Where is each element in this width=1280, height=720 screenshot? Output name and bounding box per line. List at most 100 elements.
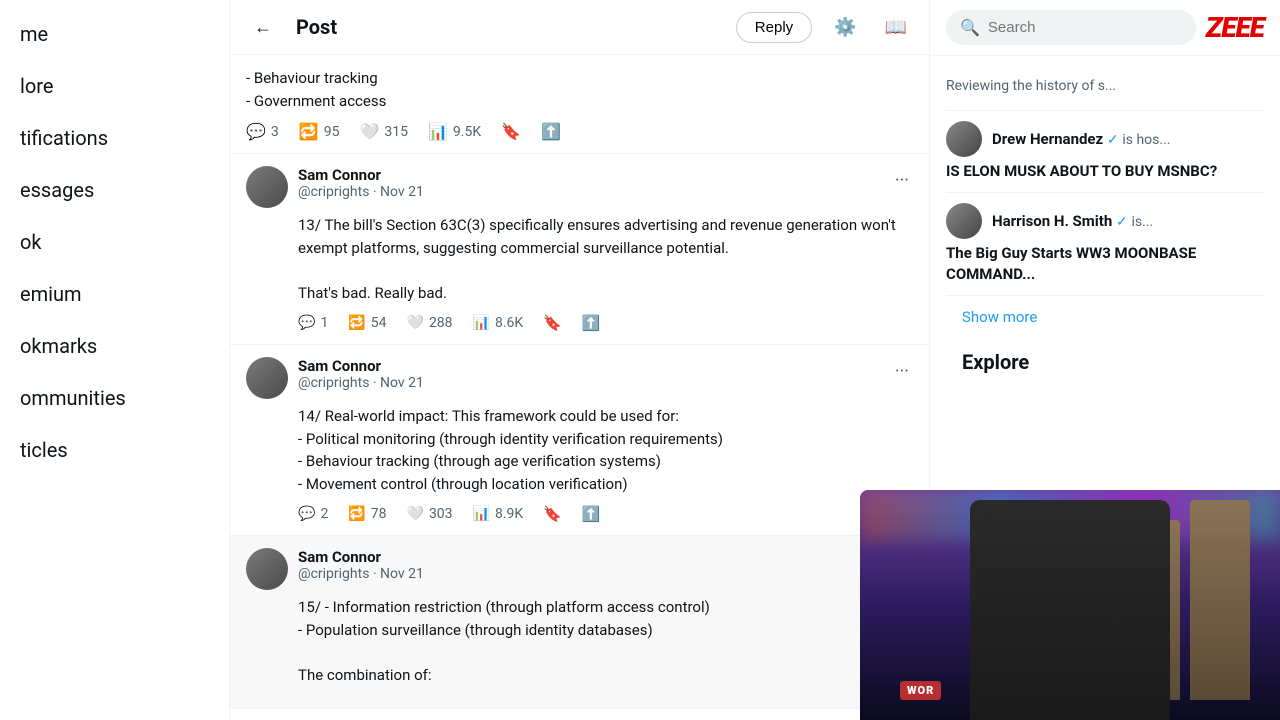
tweet-3-body: 15/ - Information restriction (through p… bbox=[246, 596, 913, 686]
retweet-action[interactable]: 🔁 95 bbox=[299, 122, 340, 141]
sidebar-item-premium[interactable]: emium bbox=[0, 270, 229, 318]
page-title: Post bbox=[296, 15, 720, 39]
reply-icon: 💬 bbox=[246, 122, 266, 141]
partial-tweet-text: - Behaviour tracking - Government access bbox=[246, 67, 913, 112]
views-count: 9.5K bbox=[453, 124, 481, 140]
partial-tweet-actions: 💬 3 🔁 95 🤍 315 📊 9.5K 🔖 ⬆️ bbox=[246, 122, 913, 141]
tweet-1-views-count: 8.6K bbox=[495, 315, 523, 331]
filter-icon[interactable]: ⚙️ bbox=[828, 11, 862, 44]
user-avatar-1 bbox=[946, 203, 982, 239]
sidebar-item-notifications[interactable]: tifications bbox=[0, 114, 229, 162]
partial-tweet: - Behaviour tracking - Government access… bbox=[230, 55, 929, 154]
tweet-2-share-icon[interactable]: ⬆️ bbox=[582, 505, 601, 523]
reply-action[interactable]: 💬 3 bbox=[246, 122, 279, 141]
sidebar-item-bookmarks[interactable]: okmarks bbox=[0, 322, 229, 370]
search-input[interactable] bbox=[988, 19, 1182, 36]
sidebar-item-explore[interactable]: lore bbox=[0, 62, 229, 110]
bookmark-icon[interactable]: 📖 bbox=[879, 11, 913, 44]
sidebar-item-communities[interactable]: ommunities bbox=[0, 374, 229, 422]
reviewing-text: Reviewing the history of s... bbox=[946, 78, 1264, 94]
user-name-0: Drew Hernandez bbox=[992, 130, 1103, 148]
tweet-2-more-button[interactable]: ··· bbox=[891, 357, 913, 386]
user-name-1: Harrison H. Smith bbox=[992, 212, 1112, 230]
verified-badge-0: ✓ bbox=[1107, 132, 1119, 148]
tweet-1-header: Sam Connor @criprights · Nov 21 ··· bbox=[246, 166, 913, 208]
tweet-3-meta: Sam Connor @criprights · Nov 21 bbox=[298, 548, 881, 582]
avatar-3 bbox=[246, 548, 288, 590]
avatar-1 bbox=[246, 166, 288, 208]
video-overlay: WOR bbox=[860, 490, 1280, 720]
tweet-1-handle: @criprights · Nov 21 bbox=[298, 184, 881, 200]
user-row-1: Harrison H. Smith ✓ is... bbox=[946, 203, 1264, 239]
retweet-icon: 🔁 bbox=[348, 315, 365, 331]
tweet-2-save-icon[interactable]: 🔖 bbox=[543, 505, 562, 523]
tweet-2-body: 14/ Real-world impact: This framework co… bbox=[246, 405, 913, 495]
tweet-1-author: Sam Connor bbox=[298, 166, 881, 184]
tweet-2-views[interactable]: 📊 8.9K bbox=[473, 506, 524, 522]
tweet-3-header: Sam Connor @criprights · Nov 21 ··· bbox=[246, 548, 913, 590]
search-icon: 🔍 bbox=[960, 18, 980, 37]
search-input-wrap[interactable]: 🔍 bbox=[946, 10, 1196, 45]
like-action[interactable]: 🤍 315 bbox=[359, 122, 408, 141]
like-count: 315 bbox=[384, 124, 408, 140]
tweet-1-reply-count: 1 bbox=[320, 315, 328, 331]
tweet-1-like-count: 288 bbox=[429, 315, 453, 331]
tweet-1-actions: 💬 1 🔁 54 🤍 288 📊 8.6K 🔖 ⬆️ bbox=[246, 314, 913, 332]
sidebar-item-home[interactable]: me bbox=[0, 10, 229, 58]
user-host-1: is... bbox=[1131, 214, 1153, 230]
trending-item-1: Harrison H. Smith ✓ is... The Big Guy St… bbox=[946, 193, 1264, 296]
tweet-1-share-icon[interactable]: ⬆️ bbox=[582, 314, 601, 332]
save-icon[interactable]: 🔖 bbox=[501, 122, 521, 141]
tweet-2: Sam Connor @criprights · Nov 21 ··· 14/ … bbox=[230, 345, 929, 536]
explore-section: Show more bbox=[946, 296, 1264, 338]
user-host-0: is hos... bbox=[1122, 132, 1170, 148]
user-avatar-0 bbox=[946, 121, 982, 157]
tweet-2-header: Sam Connor @criprights · Nov 21 ··· bbox=[246, 357, 913, 399]
tweet-3-handle: @criprights · Nov 21 bbox=[298, 566, 881, 582]
views-icon: 📊 bbox=[428, 122, 448, 141]
show-more-button[interactable]: Show more bbox=[962, 308, 1248, 326]
tweet-1-like[interactable]: 🤍 288 bbox=[407, 315, 453, 331]
tweet-2-author: Sam Connor bbox=[298, 357, 881, 375]
back-button[interactable]: ← bbox=[246, 10, 280, 44]
verified-badge-1: ✓ bbox=[1116, 214, 1128, 230]
main-content: ← Post Reply ⚙️ 📖 - Behaviour tracking -… bbox=[230, 0, 930, 720]
sidebar-item-articles[interactable]: ticles bbox=[0, 426, 229, 474]
tweet-2-meta: Sam Connor @criprights · Nov 21 bbox=[298, 357, 881, 391]
trending-headline-1: The Big Guy Starts WW3 MOONBASE COMMAND.… bbox=[946, 243, 1264, 285]
video-shelf-1 bbox=[1190, 500, 1250, 700]
tweet-3: Sam Connor @criprights · Nov 21 ··· 15/ … bbox=[230, 536, 929, 709]
share-icon[interactable]: ⬆️ bbox=[541, 122, 561, 141]
sidebar-item-grok[interactable]: ok bbox=[0, 218, 229, 266]
post-header: ← Post Reply ⚙️ 📖 bbox=[230, 0, 929, 55]
avatar-2 bbox=[246, 357, 288, 399]
tweet-1-more-button[interactable]: ··· bbox=[891, 166, 913, 195]
zeee-logo: ZEEE bbox=[1206, 11, 1264, 44]
heart-icon: 🤍 bbox=[359, 122, 379, 141]
tweet-2-handle: @criprights · Nov 21 bbox=[298, 375, 881, 391]
trending-headline-0: IS ELON MUSK ABOUT TO BUY MSNBC? bbox=[946, 161, 1264, 182]
tweet-2-like[interactable]: 🤍 303 bbox=[407, 506, 453, 522]
explore-title: Explore bbox=[962, 350, 1248, 374]
search-bar: 🔍 ZEEE bbox=[930, 0, 1280, 56]
reply-button[interactable]: Reply bbox=[736, 12, 812, 43]
tweet-1-save-icon[interactable]: 🔖 bbox=[543, 314, 562, 332]
tweet-2-retweet[interactable]: 🔁 78 bbox=[348, 506, 386, 522]
tweet-1-retweet[interactable]: 🔁 54 bbox=[348, 315, 386, 331]
tweet-1-meta: Sam Connor @criprights · Nov 21 bbox=[298, 166, 881, 200]
tweet-1-retweet-count: 54 bbox=[371, 315, 387, 331]
retweet-icon: 🔁 bbox=[299, 122, 319, 141]
sidebar-item-messages[interactable]: essages bbox=[0, 166, 229, 214]
views-action[interactable]: 📊 9.5K bbox=[428, 122, 481, 141]
tweet-3-author: Sam Connor bbox=[298, 548, 881, 566]
tweet-2-views-count: 8.9K bbox=[495, 506, 523, 522]
tweet-2-reply[interactable]: 💬 2 bbox=[298, 506, 328, 522]
tweet-2-like-count: 303 bbox=[429, 506, 453, 522]
tweet-1-views[interactable]: 📊 8.6K bbox=[473, 315, 524, 331]
retweet-count: 95 bbox=[324, 124, 340, 140]
user-row-0: Drew Hernandez ✓ is hos... bbox=[946, 121, 1264, 157]
tweet-1-reply[interactable]: 💬 1 bbox=[298, 315, 328, 331]
left-sidebar: me lore tifications essages ok emium okm… bbox=[0, 0, 230, 720]
trending-item-preview: Reviewing the history of s... bbox=[946, 68, 1264, 111]
explore-label-section: Explore bbox=[946, 338, 1264, 396]
